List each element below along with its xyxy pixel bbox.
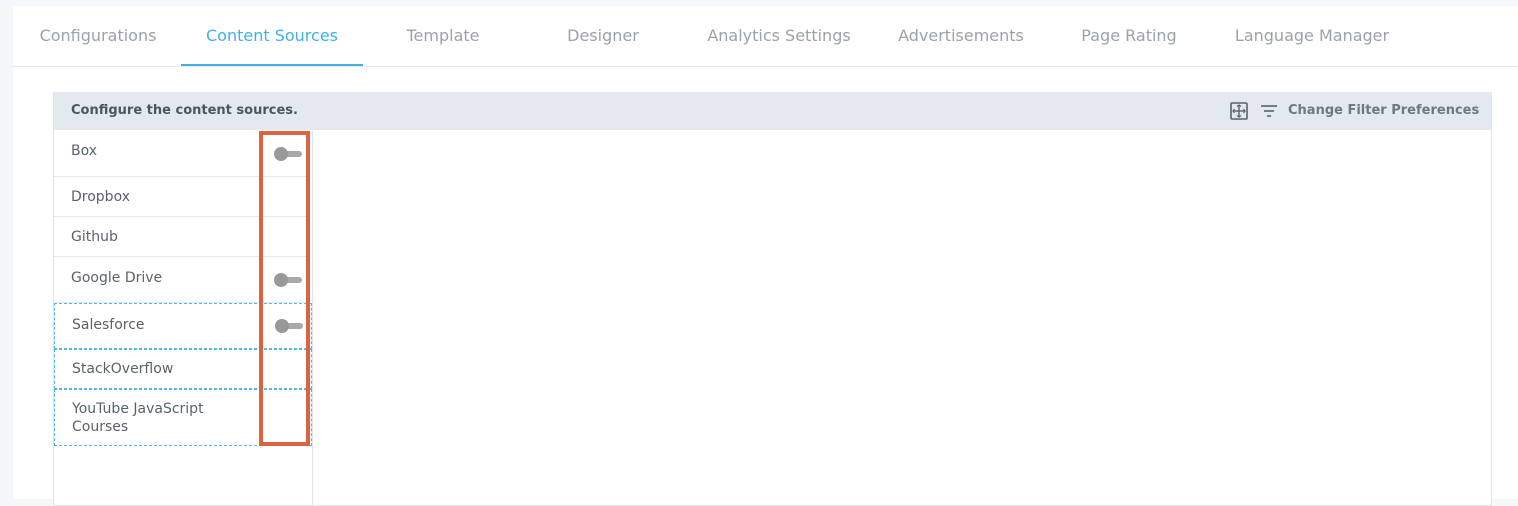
tab-template[interactable]: Template xyxy=(391,6,495,66)
source-label: Google Drive xyxy=(71,270,163,286)
tab-advertisements[interactable]: Advertisements xyxy=(893,6,1029,66)
tab-bar: Configurations Content Sources Template … xyxy=(13,6,1518,67)
source-label: Box xyxy=(71,143,98,159)
tab-page-rating[interactable]: Page Rating xyxy=(1073,6,1185,66)
tab-language-manager[interactable]: Language Manager xyxy=(1227,6,1397,66)
tab-designer[interactable]: Designer xyxy=(551,6,655,66)
change-filter-preferences-link[interactable]: Change Filter Preferences xyxy=(1288,92,1479,130)
settings-card: Configurations Content Sources Template … xyxy=(13,6,1518,506)
tab-configurations[interactable]: Configurations xyxy=(37,6,159,66)
panel-title: Configure the content sources. xyxy=(71,103,298,118)
expand-icon[interactable] xyxy=(1230,102,1248,120)
source-label: Dropbox xyxy=(71,189,130,205)
tab-analytics-settings[interactable]: Analytics Settings xyxy=(703,6,855,66)
highlight-box xyxy=(259,131,310,446)
panel-header: Configure the content sources. Change Fi… xyxy=(54,92,1491,130)
source-label: Github xyxy=(71,229,118,245)
source-label: YouTube JavaScript Courses xyxy=(72,401,204,435)
filter-icon[interactable] xyxy=(1260,102,1278,120)
tab-content-sources[interactable]: Content Sources xyxy=(181,6,363,66)
source-label: StackOverflow xyxy=(72,361,174,377)
source-label: Salesforce xyxy=(72,317,145,333)
